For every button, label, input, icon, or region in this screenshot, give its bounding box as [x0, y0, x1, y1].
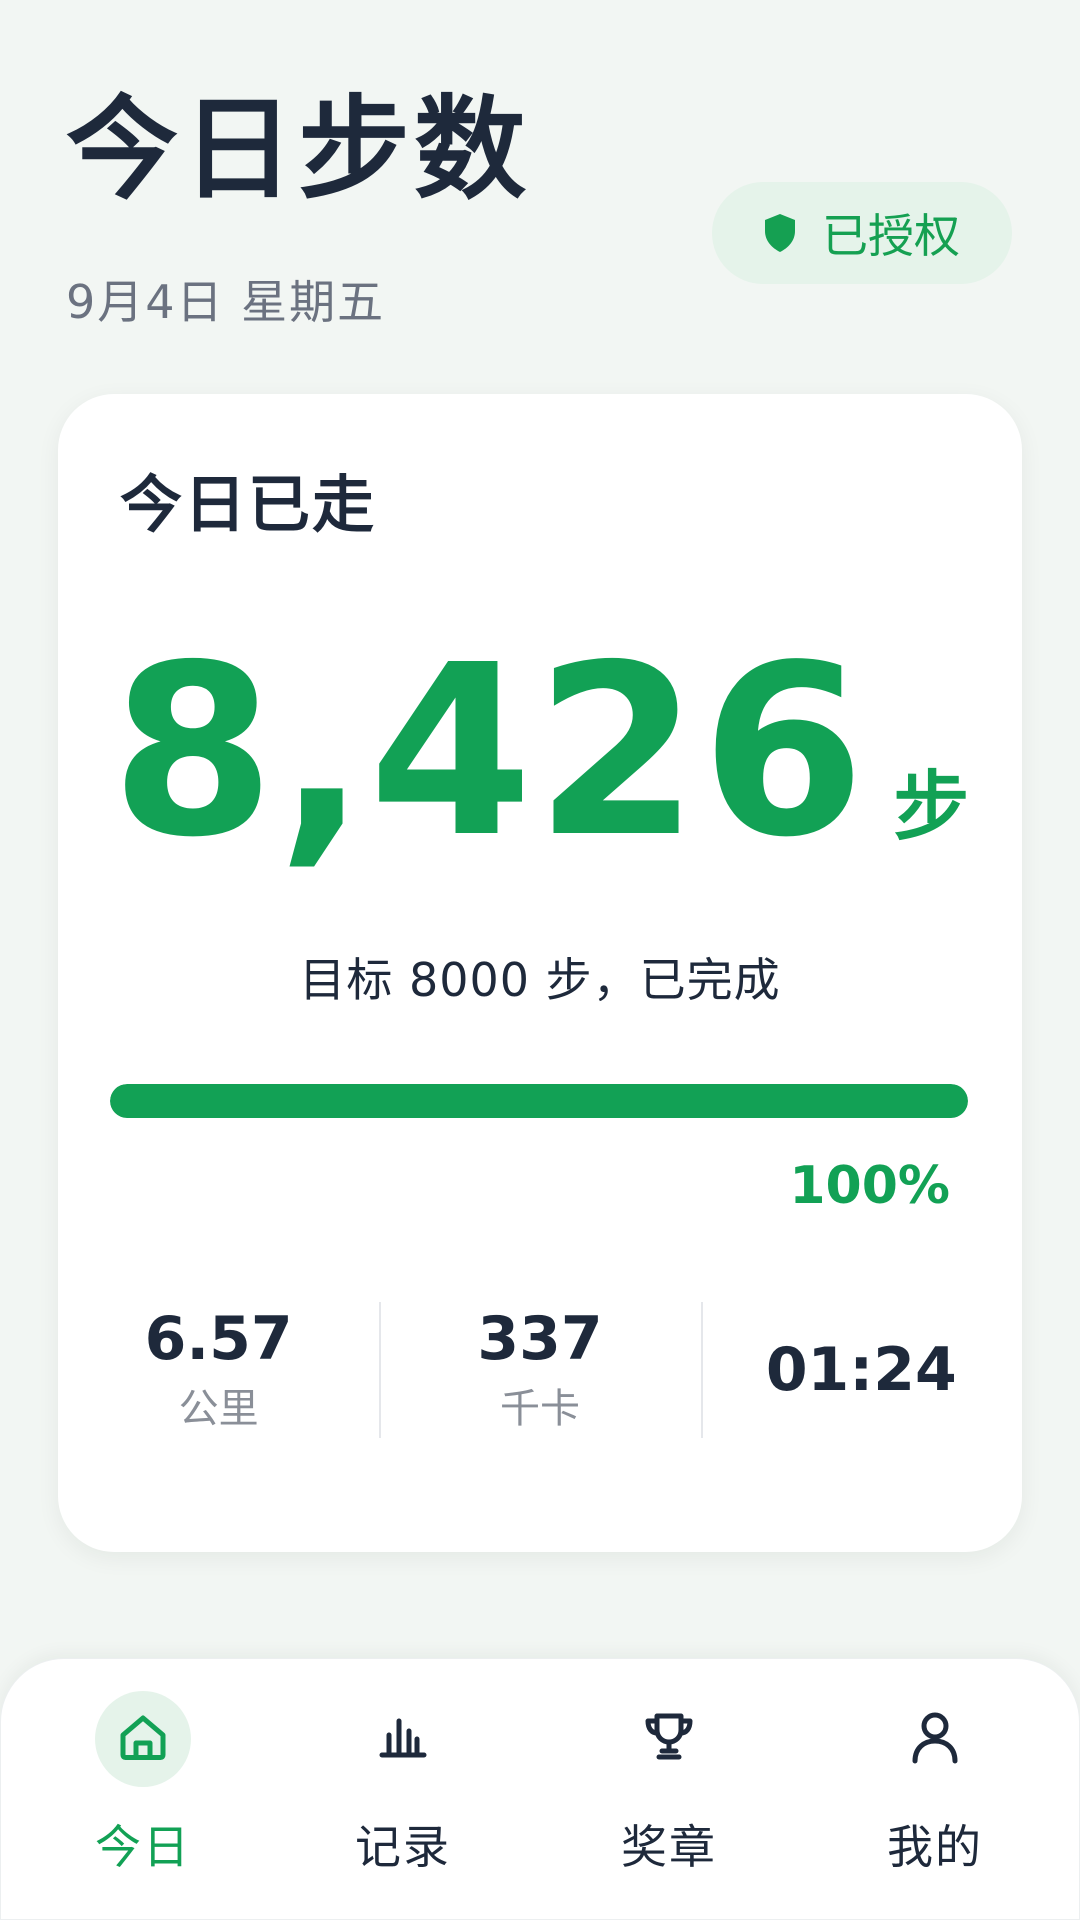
stat-distance-label: 公里	[178, 1386, 259, 1432]
stat-calories-label: 千卡	[499, 1386, 580, 1432]
tab-medals-label: 奖章	[621, 1820, 717, 1874]
steps-card: 今日已走 8,426 步 目标 8000 步，已完成 100% 6.57 公里 3…	[58, 394, 1022, 1552]
tab-medals-icon-wrap	[621, 1691, 717, 1787]
trophy-icon	[642, 1710, 696, 1768]
auth-status-label: 已授权	[822, 209, 960, 263]
progress-bar-fill	[110, 1084, 968, 1118]
tab-mine-label: 我的	[887, 1820, 983, 1874]
stat-distance: 6.57 公里	[58, 1302, 379, 1438]
step-count-value: 8,426	[110, 614, 868, 889]
tab-mine-icon-wrap	[887, 1691, 983, 1787]
tab-today[interactable]: 今日	[43, 1691, 243, 1877]
tab-records[interactable]: 记录	[303, 1691, 503, 1877]
tab-records-label: 记录	[355, 1820, 451, 1874]
stat-calories: 337 千卡	[379, 1302, 700, 1438]
card-title: 今日已走	[120, 468, 377, 541]
goal-text: 目标 8000 步，已完成	[299, 953, 781, 1007]
auth-status-badge[interactable]: 已授权	[712, 182, 1012, 284]
stat-calories-value: 337	[477, 1304, 603, 1374]
stats-row: 6.57 公里 337 千卡 01:24	[58, 1302, 1022, 1438]
shield-icon	[764, 213, 796, 253]
user-icon	[909, 1710, 961, 1768]
bottom-tab-bar: 今日 记录 奖章 我的	[0, 1658, 1080, 1920]
tab-today-label: 今日	[95, 1820, 191, 1874]
step-count-unit: 步	[893, 762, 970, 851]
progress-percent: 100%	[789, 1156, 950, 1216]
progress-bar	[110, 1084, 968, 1118]
step-count: 8,426 步	[58, 634, 1022, 870]
tab-medals[interactable]: 奖章	[569, 1691, 769, 1877]
stat-duration-value: 01:24	[765, 1335, 957, 1405]
tab-today-icon-wrap	[95, 1691, 191, 1787]
tab-mine[interactable]: 我的	[835, 1691, 1035, 1877]
stat-duration: 01:24	[700, 1302, 1022, 1438]
page-date: 9月4日 星期五	[66, 275, 386, 329]
home-icon	[117, 1711, 169, 1767]
bar-chart-icon	[377, 1711, 429, 1767]
stat-distance-value: 6.57	[144, 1304, 293, 1374]
page-title: 今日步数	[66, 85, 530, 215]
tab-records-icon-wrap	[355, 1691, 451, 1787]
